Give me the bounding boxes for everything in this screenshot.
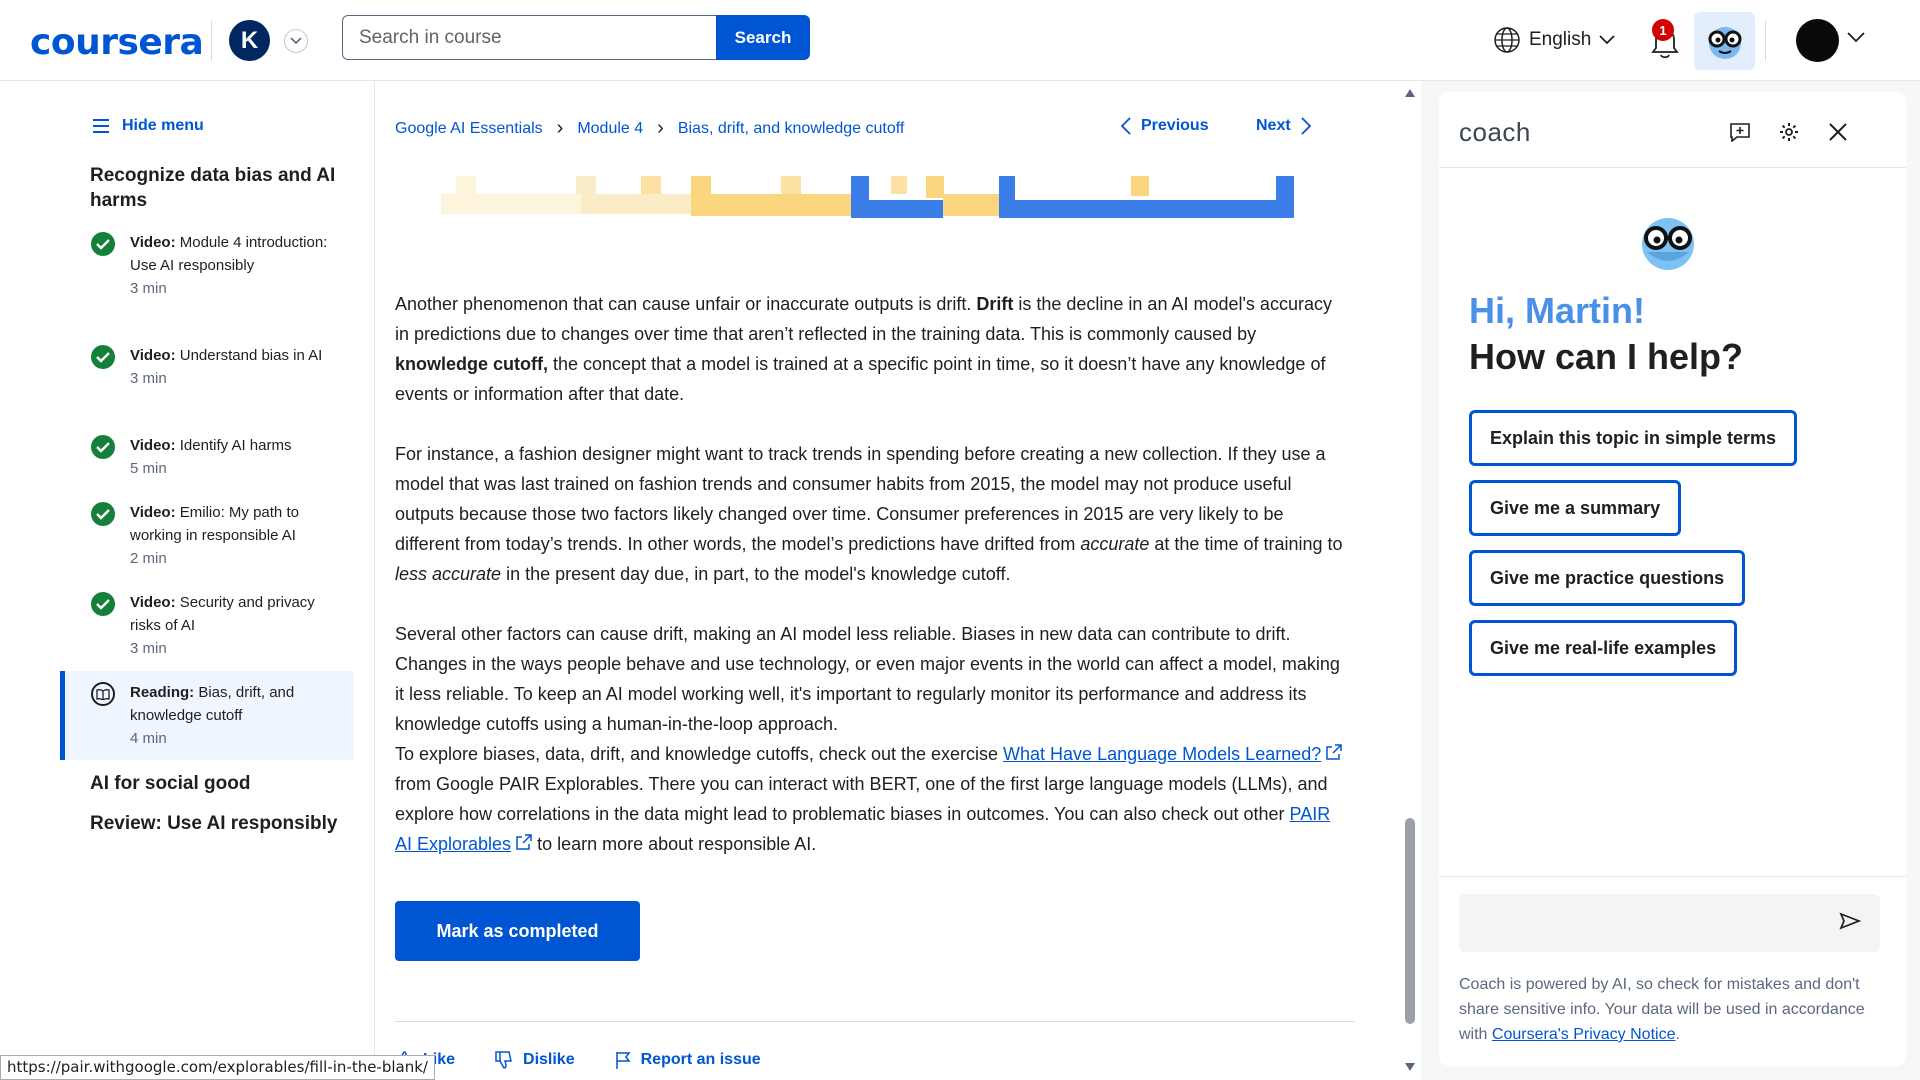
reading-book-icon	[91, 682, 115, 706]
item-duration: 3 min	[130, 370, 167, 387]
external-link-icon	[516, 834, 532, 850]
scrollbar-thumb[interactable]	[1405, 818, 1415, 1024]
menu-icon	[93, 119, 109, 133]
header-divider	[211, 21, 212, 61]
check-circle-icon	[91, 345, 115, 369]
item-kind: Video:	[130, 347, 176, 364]
dislike-button[interactable]: Dislike	[495, 1051, 575, 1069]
sidebar-item[interactable]: Video: Emilio: My path to working in res…	[60, 501, 354, 570]
check-circle-icon	[91, 592, 115, 616]
reading-content: Google AI Essentials › Module 4 › Bias, …	[376, 81, 1409, 1080]
next-label: Next	[1256, 117, 1291, 134]
paragraph-factors: Several other factors can cause drift, m…	[395, 624, 1340, 734]
coach-question: How can I help?	[1469, 336, 1744, 377]
chevron-right-icon: ›	[556, 117, 564, 139]
chevron-right-icon	[1301, 117, 1311, 135]
item-kind: Video:	[130, 234, 176, 251]
status-bar-url: https://pair.withgoogle.com/explorables/…	[0, 1055, 435, 1080]
check-circle-icon	[91, 435, 115, 459]
feedback-actions: Like Dislike Report an issue	[395, 1051, 761, 1069]
coach-greeting: Hi, Martin!	[1469, 290, 1645, 331]
coursera-logo[interactable]: coursera	[30, 22, 204, 63]
user-avatar[interactable]	[1796, 19, 1839, 62]
language-selector[interactable]: English	[1493, 26, 1615, 54]
coach-mascot-icon	[1637, 212, 1699, 277]
sidebar-item[interactable]: Video: Identify AI harms 5 min	[60, 434, 354, 480]
item-duration: 5 min	[130, 460, 167, 477]
breadcrumb-module[interactable]: Module 4	[577, 120, 643, 138]
item-duration: 4 min	[130, 730, 167, 747]
header-divider	[1765, 21, 1766, 61]
breadcrumb: Google AI Essentials › Module 4 › Bias, …	[395, 117, 904, 140]
next-button[interactable]: Next	[1256, 117, 1311, 135]
course-sidebar: Hide menu Recognize data bias and AI har…	[0, 81, 375, 1080]
chip-explain-simple[interactable]: Explain this topic in simple terms	[1469, 410, 1798, 466]
chevron-down-icon[interactable]	[284, 29, 308, 53]
new-chat-icon[interactable]	[1729, 122, 1751, 147]
item-title: Understand bias in AI	[175, 347, 323, 364]
external-link-icon	[1326, 744, 1343, 760]
breadcrumb-page[interactable]: Bias, drift, and knowledge cutoff	[678, 120, 905, 138]
breadcrumb-course[interactable]: Google AI Essentials	[395, 120, 543, 138]
chevron-right-icon: ›	[657, 117, 664, 139]
coach-disclaimer: Coach is powered by AI, so check for mis…	[1459, 976, 1865, 1043]
hide-menu-label: Hide menu	[122, 117, 204, 134]
sidebar-item[interactable]: Video: Module 4 introduction: Use AI res…	[60, 231, 354, 300]
language-models-link[interactable]: What Have Language Models Learned?	[1003, 744, 1321, 764]
search-input[interactable]: Search in course	[342, 15, 717, 60]
section-review[interactable]: Review: Use AI responsibly	[90, 811, 337, 836]
coach-card: coach Hi, Martin! How can I help? Explai…	[1439, 92, 1906, 1066]
previous-label: Previous	[1141, 117, 1209, 134]
globe-icon	[1494, 27, 1520, 53]
check-circle-icon	[91, 232, 115, 256]
paragraph-explore: To explore biases, data, drift, and know…	[395, 739, 1345, 859]
top-header: coursera K Search in course Search Engli…	[0, 0, 1920, 81]
sidebar-item[interactable]: Video: Security and privacy risks of AI …	[60, 591, 354, 660]
item-kind: Video:	[130, 437, 176, 454]
send-icon[interactable]	[1839, 912, 1862, 935]
previous-button[interactable]: Previous	[1121, 117, 1209, 135]
chip-summary[interactable]: Give me a summary	[1469, 480, 1682, 536]
course-avatar[interactable]: K	[229, 20, 270, 61]
chevron-down-icon	[1599, 35, 1615, 45]
section-ai-for-social-good[interactable]: AI for social good	[90, 771, 250, 796]
check-circle-icon	[91, 502, 115, 526]
settings-gear-icon[interactable]	[1779, 122, 1799, 147]
item-duration: 2 min	[130, 550, 167, 567]
privacy-notice-link[interactable]: Coursera's Privacy Notice	[1492, 1026, 1676, 1043]
item-kind: Reading:	[130, 684, 195, 701]
coach-panel: coach Hi, Martin! How can I help? Explai…	[1421, 81, 1920, 1080]
hide-menu-button[interactable]: Hide menu	[92, 117, 204, 135]
item-kind: Video:	[130, 594, 176, 611]
report-issue-button[interactable]: Report an issue	[615, 1051, 761, 1069]
chip-real-life-examples[interactable]: Give me real-life examples	[1469, 620, 1738, 676]
divider	[1439, 876, 1906, 877]
paragraph-drift: Another phenomenon that can cause unfair…	[395, 294, 1332, 404]
search-button[interactable]: Search	[716, 15, 810, 60]
mark-as-completed-button[interactable]: Mark as completed	[395, 901, 640, 961]
chevron-left-icon	[1121, 117, 1131, 135]
item-title: Identify AI harms	[175, 437, 292, 454]
sidebar-item-active[interactable]: Reading: Bias, drift, and knowledge cuto…	[60, 671, 354, 760]
item-kind: Video:	[130, 504, 176, 521]
paragraph-example: For instance, a fashion designer might w…	[395, 444, 1343, 584]
sidebar-item[interactable]: Video: Understand bias in AI 3 min	[60, 344, 354, 390]
coach-chat-input[interactable]	[1459, 894, 1880, 952]
coach-title: coach	[1459, 117, 1531, 147]
illustration-image	[441, 176, 1294, 218]
coach-toggle-button[interactable]	[1694, 12, 1755, 70]
language-label: English	[1529, 29, 1592, 50]
item-duration: 3 min	[130, 280, 167, 297]
section-title[interactable]: Recognize data bias and AI harms	[90, 163, 360, 213]
thumbs-down-icon	[495, 1051, 512, 1069]
chip-practice-questions[interactable]: Give me practice questions	[1469, 550, 1746, 606]
coach-mascot-icon	[1708, 27, 1741, 59]
divider	[395, 1021, 1355, 1022]
item-duration: 3 min	[130, 640, 167, 657]
chevron-down-icon[interactable]	[1847, 30, 1865, 48]
close-icon[interactable]	[1828, 122, 1848, 147]
coach-header: coach	[1439, 92, 1906, 168]
flag-icon	[615, 1052, 631, 1069]
notification-badge: 1	[1652, 19, 1674, 41]
